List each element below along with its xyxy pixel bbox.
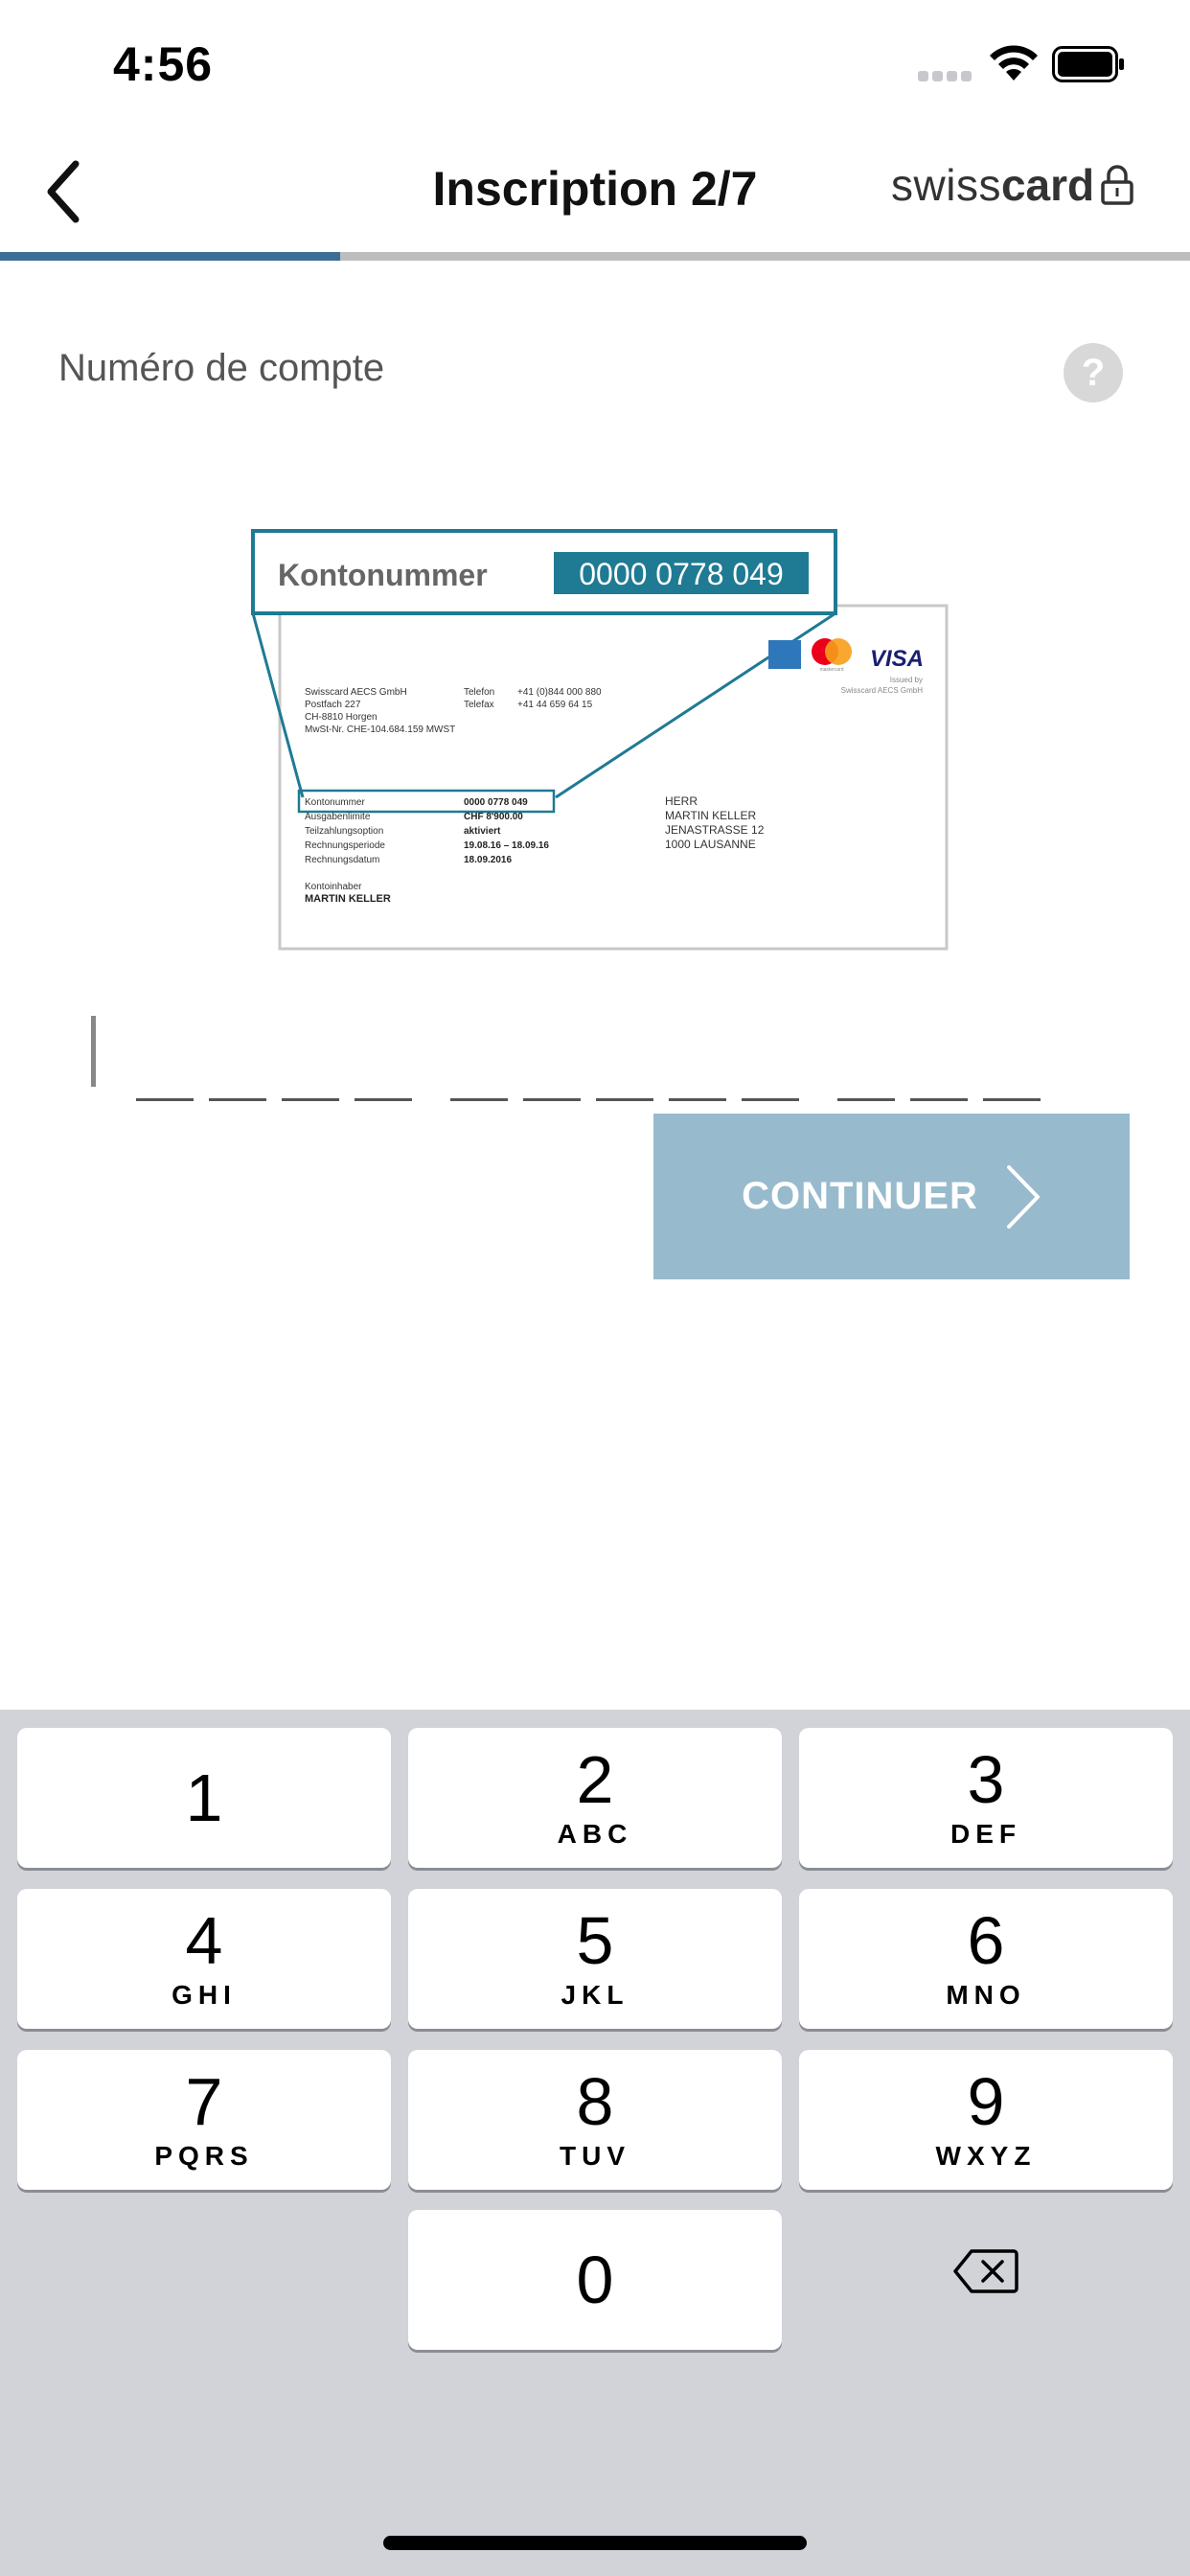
backspace-icon (953, 2249, 1018, 2293)
svg-text:aktiviert: aktiviert (464, 826, 501, 837)
svg-text:0000 0778 049: 0000 0778 049 (464, 797, 528, 808)
svg-text:Issued by: Issued by (890, 676, 923, 684)
progress-bar-fill (0, 252, 340, 261)
svg-text:Swisscard AECS GmbH: Swisscard AECS GmbH (305, 687, 407, 698)
svg-text:Teilzahlungsoption: Teilzahlungsoption (305, 826, 383, 837)
brand-name-bold: card (1000, 160, 1095, 210)
digit-slot (523, 1098, 581, 1101)
account-number-input[interactable] (86, 1016, 1044, 1112)
key-4[interactable]: 4 GHI (17, 1889, 391, 2029)
svg-text:MwSt-Nr. CHE-104.684.159 MWST: MwSt-Nr. CHE-104.684.159 MWST (305, 724, 455, 735)
navigation-bar: Inscription 2/7 swiss card (0, 134, 1190, 249)
chevron-right-icon (1006, 1164, 1040, 1229)
key-1[interactable]: 1 (17, 1728, 391, 1868)
svg-text:1000 LAUSANNE: 1000 LAUSANNE (665, 838, 756, 851)
digit-slot (983, 1098, 1041, 1101)
svg-text:Telefon: Telefon (464, 687, 494, 698)
svg-text:MARTIN KELLER: MARTIN KELLER (665, 809, 756, 822)
svg-text:mastercard: mastercard (819, 667, 843, 673)
svg-text:Ausgabenlimite: Ausgabenlimite (305, 812, 371, 822)
progress-bar (0, 252, 1190, 261)
brand-name-light: swiss (891, 160, 1001, 210)
digit-slot (596, 1098, 653, 1101)
key-8[interactable]: 8 TUV (408, 2050, 782, 2190)
svg-text:Postfach 227: Postfach 227 (305, 700, 361, 710)
wifi-icon (990, 45, 1038, 80)
cellular-signal-icon (918, 71, 975, 82)
account-statement-illustration: Kontonummer 0000 0778 049 mastercard VIS… (251, 529, 949, 951)
amex-logo (768, 640, 801, 669)
key-5[interactable]: 5 JKL (408, 1889, 782, 2029)
delete-key[interactable] (799, 2201, 1173, 2341)
visa-logo: VISA (870, 646, 924, 672)
status-bar: 4:56 (0, 0, 1190, 129)
svg-text:18.09.2016: 18.09.2016 (464, 855, 512, 865)
svg-text:Kontonummer: Kontonummer (305, 797, 365, 808)
digit-slot (669, 1098, 726, 1101)
svg-text:Rechnungsdatum: Rechnungsdatum (305, 855, 379, 865)
home-indicator (383, 2536, 807, 2550)
svg-text:Rechnungsperiode: Rechnungsperiode (305, 840, 385, 851)
svg-text:MARTIN KELLER: MARTIN KELLER (305, 893, 391, 905)
battery-icon (1052, 46, 1124, 82)
svg-text:CHF 8'900.00: CHF 8'900.00 (464, 812, 523, 822)
help-button[interactable]: ? (1064, 343, 1123, 402)
text-cursor (91, 1016, 96, 1087)
key-7[interactable]: 7 PQRS (17, 2050, 391, 2190)
svg-text:Telefax: Telefax (464, 700, 494, 710)
continue-button[interactable]: CONTINUER (653, 1114, 1130, 1279)
key-0[interactable]: 0 (408, 2210, 782, 2350)
digit-slot (450, 1098, 508, 1101)
svg-text:JENASTRASSE 12: JENASTRASSE 12 (665, 823, 765, 837)
digit-slot (742, 1098, 799, 1101)
key-6[interactable]: 6 MNO (799, 1889, 1173, 2029)
key-9[interactable]: 9 WXYZ (799, 2050, 1173, 2190)
zoom-value: 0000 0778 049 (579, 557, 784, 591)
svg-text:Kontoinhaber: Kontoinhaber (305, 882, 362, 892)
svg-text:19.08.16 – 18.09.16: 19.08.16 – 18.09.16 (464, 840, 549, 851)
status-time: 4:56 (113, 37, 214, 91)
svg-text:HERR: HERR (665, 794, 698, 808)
digit-slot (209, 1098, 266, 1101)
digit-slot (837, 1098, 895, 1101)
zoom-label: Kontonummer (278, 558, 488, 592)
swisscard-logo: swiss card (891, 159, 1134, 211)
key-3[interactable]: 3 DEF (799, 1728, 1173, 1868)
key-2[interactable]: 2 ABC (408, 1728, 782, 1868)
svg-text:CH-8810 Horgen: CH-8810 Horgen (305, 712, 378, 723)
lock-icon (1101, 165, 1133, 205)
numeric-keypad: 1 2 ABC 3 DEF 4 GHI 5 JKL 6 MNO 7 PQRS 8… (0, 1710, 1190, 2576)
continue-label: CONTINUER (742, 1175, 978, 1217)
svg-text:Swisscard AECS GmbH: Swisscard AECS GmbH (841, 686, 924, 695)
account-number-label: Numéro de compte (58, 347, 385, 389)
digit-slot (136, 1098, 194, 1101)
digit-slot (282, 1098, 339, 1101)
svg-text:+41 44 659 64 15: +41 44 659 64 15 (517, 700, 593, 710)
digit-slot (910, 1098, 968, 1101)
svg-text:+41 (0)844 000 880: +41 (0)844 000 880 (517, 687, 602, 698)
digit-slot (355, 1098, 412, 1101)
